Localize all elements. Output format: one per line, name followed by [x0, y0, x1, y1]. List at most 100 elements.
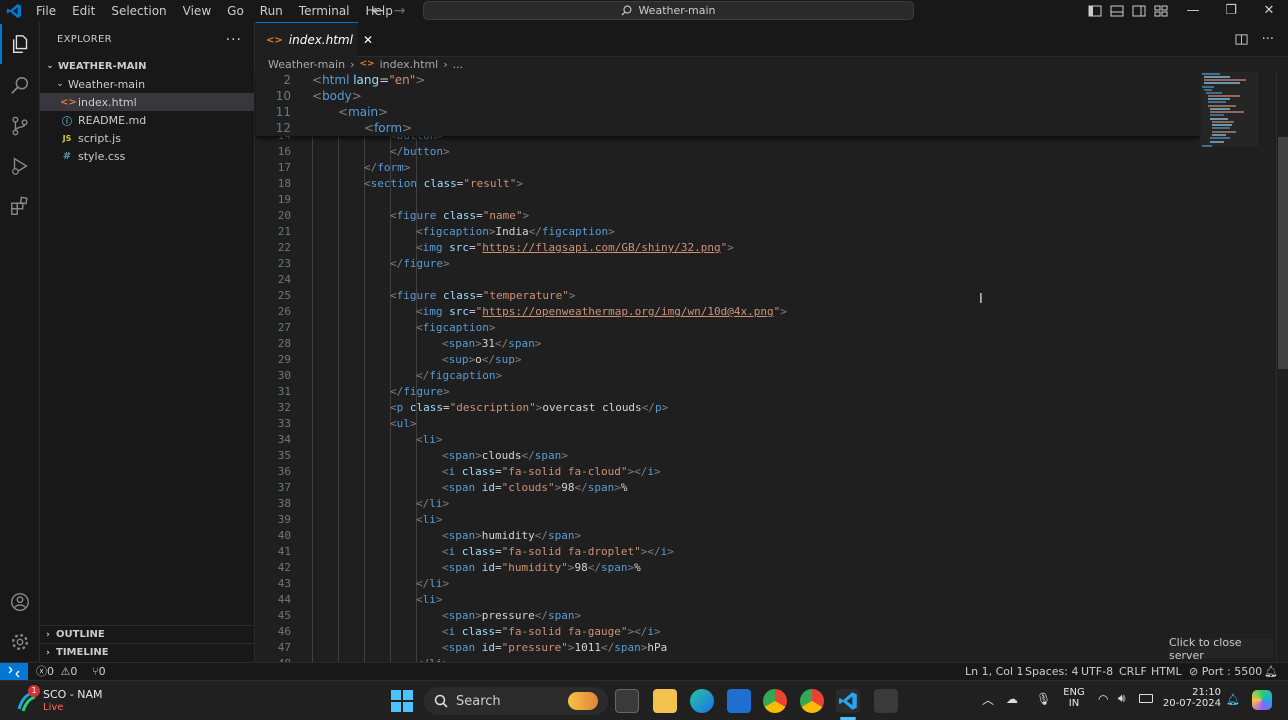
accounts-icon[interactable]	[0, 582, 40, 622]
widgets-button[interactable]: 1 SCO - NAM Live	[14, 685, 124, 715]
outline-section[interactable]: › OUTLINE	[40, 625, 255, 643]
code-line[interactable]: 23 </figure>	[256, 256, 1256, 272]
snipping-tool-icon[interactable]	[874, 689, 898, 713]
copilot-icon[interactable]	[1252, 690, 1272, 710]
breadcrumb-folder[interactable]: Weather-main	[268, 58, 345, 71]
customize-layout-icon[interactable]	[1154, 4, 1168, 18]
wifi-icon[interactable]: ◠	[1098, 692, 1108, 706]
menu-terminal[interactable]: Terminal	[291, 0, 358, 22]
split-editor-icon[interactable]	[1235, 33, 1248, 46]
timeline-section[interactable]: › TIMELINE	[40, 643, 255, 661]
task-view-icon[interactable]	[615, 689, 639, 713]
code-line[interactable]: 17 </form>	[256, 160, 1256, 176]
forward-arrow-icon[interactable]: →	[394, 3, 406, 19]
back-arrow-icon[interactable]: ←	[372, 3, 384, 19]
more-actions-icon[interactable]: ···	[1262, 32, 1274, 47]
code-line[interactable]: 28 <span>31</span>	[256, 336, 1256, 352]
speaker-icon[interactable]: 🔊︎	[1118, 691, 1126, 706]
file-readme[interactable]: ⓘ README.md	[40, 111, 254, 129]
battery-icon[interactable]	[1139, 694, 1153, 703]
command-center[interactable]: Weather-main	[423, 1, 914, 20]
code-line[interactable]: 21 <figcaption>India</figcaption>	[256, 224, 1256, 240]
live-server-port[interactable]: ⊘ Port : 5500	[1189, 663, 1262, 681]
menu-go[interactable]: Go	[219, 0, 252, 22]
menu-file[interactable]: File	[28, 0, 64, 22]
code-line[interactable]: 46 <i class="fa-solid fa-gauge"></i>	[256, 624, 1256, 640]
file-explorer-icon[interactable]	[653, 689, 677, 713]
code-line[interactable]: 44 <li>	[256, 592, 1256, 608]
code-line[interactable]: 24	[256, 272, 1256, 288]
tab-index-html[interactable]: <> index.html ✕	[256, 22, 373, 57]
sticky-line[interactable]: 12 <form>	[256, 120, 1256, 136]
chevron-up-icon[interactable]: ︿	[982, 691, 994, 708]
code-line[interactable]: 45 <span>pressure</span>	[256, 608, 1256, 624]
code-line[interactable]: 27 <figcaption>	[256, 320, 1256, 336]
settings-gear-icon[interactable]	[0, 622, 40, 662]
search-activity-icon[interactable]	[0, 66, 40, 106]
code-line[interactable]: 36 <i class="fa-solid fa-cloud"></i>	[256, 464, 1256, 480]
toggle-panel-icon[interactable]	[1110, 4, 1124, 18]
minimize-icon[interactable]: —	[1174, 0, 1212, 22]
windows-start-icon[interactable]	[391, 690, 413, 715]
file-style-css[interactable]: # style.css	[40, 147, 254, 165]
code-line[interactable]: 43 </li>	[256, 576, 1256, 592]
sticky-line[interactable]: 10 <body>	[256, 88, 1256, 104]
menu-view[interactable]: View	[175, 0, 219, 22]
notifications-bell-icon[interactable]: 🔔︎	[1264, 663, 1278, 681]
more-actions-icon[interactable]: ···	[226, 32, 242, 48]
code-line[interactable]: 38 </li>	[256, 496, 1256, 512]
encoding[interactable]: UTF-8	[1081, 663, 1113, 681]
extensions-icon[interactable]	[0, 186, 40, 226]
sticky-scroll-header[interactable]: 2 <html lang="en"> 10 <body> 11 <main> 12 <form…	[256, 72, 1200, 136]
code-line[interactable]: 16 </button>	[256, 144, 1256, 160]
file-script-js[interactable]: JS script.js	[40, 129, 254, 147]
code-line[interactable]: 40 <span>humidity</span>	[256, 528, 1256, 544]
menu-edit[interactable]: Edit	[64, 0, 103, 22]
code-line[interactable]: 30 </figcaption>	[256, 368, 1256, 384]
code-line[interactable]: 47 <span id="pressure">1011</span>hPa	[256, 640, 1256, 656]
sticky-line[interactable]: 2 <html lang="en">	[256, 72, 1256, 88]
folder-weather-main[interactable]: ⌄ Weather-main	[40, 75, 254, 93]
code-line[interactable]: 39 <li>	[256, 512, 1256, 528]
edge-browser-icon[interactable]	[690, 689, 714, 713]
vscode-taskbar-icon[interactable]	[836, 689, 860, 713]
taskbar-search[interactable]: Search	[424, 687, 608, 715]
microphone-icon[interactable]: 🎙︎	[1036, 692, 1051, 706]
close-tab-icon[interactable]: ✕	[363, 33, 373, 47]
ports-indicator[interactable]: ⑂0	[92, 663, 106, 681]
code-line[interactable]: 42 <span id="humidity">98</span>%	[256, 560, 1256, 576]
code-line[interactable]: 25 <figure class="temperature">	[256, 288, 1256, 304]
chrome-profile-icon[interactable]	[800, 689, 824, 713]
cursor-position[interactable]: Ln 1, Col 1	[965, 663, 1024, 681]
code-line[interactable]: 26 <img src="https://openweathermap.org/i…	[256, 304, 1256, 320]
code-line[interactable]: 35 <span>clouds</span>	[256, 448, 1256, 464]
menu-run[interactable]: Run	[252, 0, 291, 22]
run-debug-icon[interactable]	[0, 146, 40, 186]
toggle-primary-sidebar-icon[interactable]	[1088, 4, 1102, 18]
code-line[interactable]: 22 <img src="https://flagsapi.com/GB/shin…	[256, 240, 1256, 256]
code-line[interactable]: 18 <section class="result">	[256, 176, 1256, 192]
language-mode[interactable]: HTML	[1151, 663, 1182, 681]
code-line[interactable]: 33 <ul>	[256, 416, 1256, 432]
close-window-icon[interactable]: ✕	[1250, 0, 1288, 22]
remote-indicator-icon[interactable]	[0, 663, 28, 681]
indentation[interactable]: Spaces: 4	[1025, 663, 1078, 681]
onedrive-cloud-icon[interactable]: ☁	[1006, 692, 1018, 706]
code-line[interactable]: 34 <li>	[256, 432, 1256, 448]
notification-bell-icon[interactable]: 🔔︎	[1226, 693, 1240, 706]
code-line[interactable]: 37 <span id="clouds">98</span>%	[256, 480, 1256, 496]
code-line[interactable]: 20 <figure class="name">	[256, 208, 1256, 224]
code-line[interactable]: 31 </figure>	[256, 384, 1256, 400]
minimap[interactable]	[1200, 72, 1276, 662]
sticky-line[interactable]: 11 <main>	[256, 104, 1256, 120]
code-line[interactable]: 41 <i class="fa-solid fa-droplet"></i>	[256, 544, 1256, 560]
code-line[interactable]: 32 < p class="description" > overcast clouds…	[256, 400, 1256, 416]
breadcrumb-more[interactable]: ...	[453, 58, 464, 71]
chrome-icon[interactable]	[763, 689, 787, 713]
explorer-activity-icon[interactable]	[0, 24, 40, 64]
code-line[interactable]: 29 <sup>o</sup>	[256, 352, 1256, 368]
restore-icon[interactable]: ❐	[1212, 0, 1250, 22]
scrollbar-thumb[interactable]	[1278, 137, 1288, 369]
file-index-html[interactable]: <> index.html	[40, 93, 254, 111]
input-language[interactable]: ENG IN	[1062, 687, 1086, 709]
